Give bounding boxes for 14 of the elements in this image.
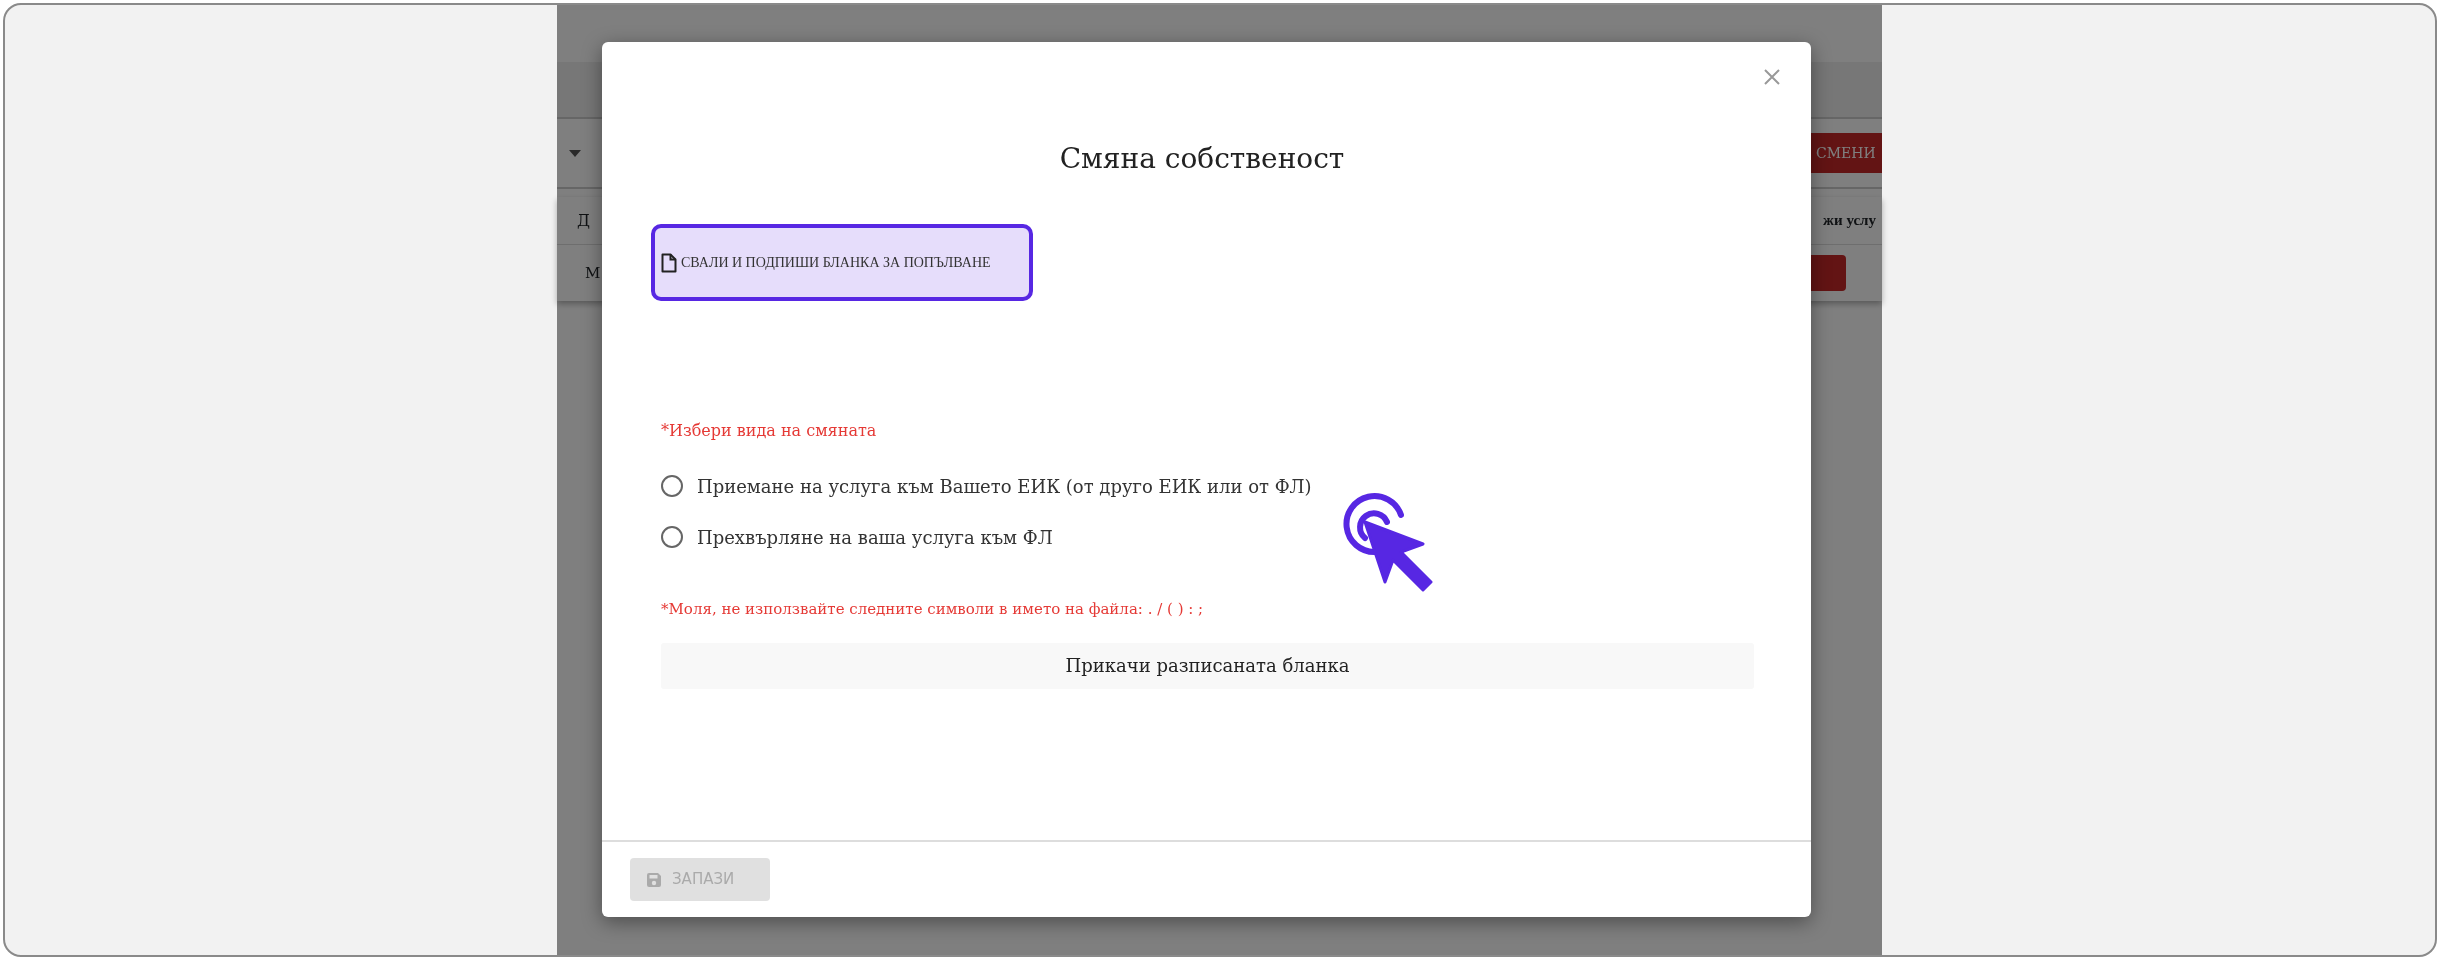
warning-note: *Моля, не използвайте следните символи в името на файла: . / ( ) : ; [661,599,1205,620]
document-icon [661,252,677,273]
download-button[interactable]: СВАЛИ И ПОДПИШИ БЛАНКА ЗА ПОПЪЛВАНЕ [651,224,1033,301]
table-header: Д [577,209,590,232]
table-cell-text: М [585,262,601,284]
radio-button[interactable] [661,475,683,497]
radio-option[interactable]: Приемане на услуга към Вашето ЕИК (от друго ЕИК или от ФЛ) [661,467,1753,505]
table-header: жи услу [1823,211,1876,231]
radio-button[interactable] [661,526,683,548]
radio-option[interactable]: Прехвърляне на ваша услуга към ФЛ [661,518,1753,556]
attach-button[interactable]: Прикачи разписаната бланка [661,642,1754,689]
field-label: *Избери вида на смяната [661,420,878,442]
dialog-title: Смяна собственост [1058,141,1346,177]
caret-icon[interactable] [569,149,581,157]
